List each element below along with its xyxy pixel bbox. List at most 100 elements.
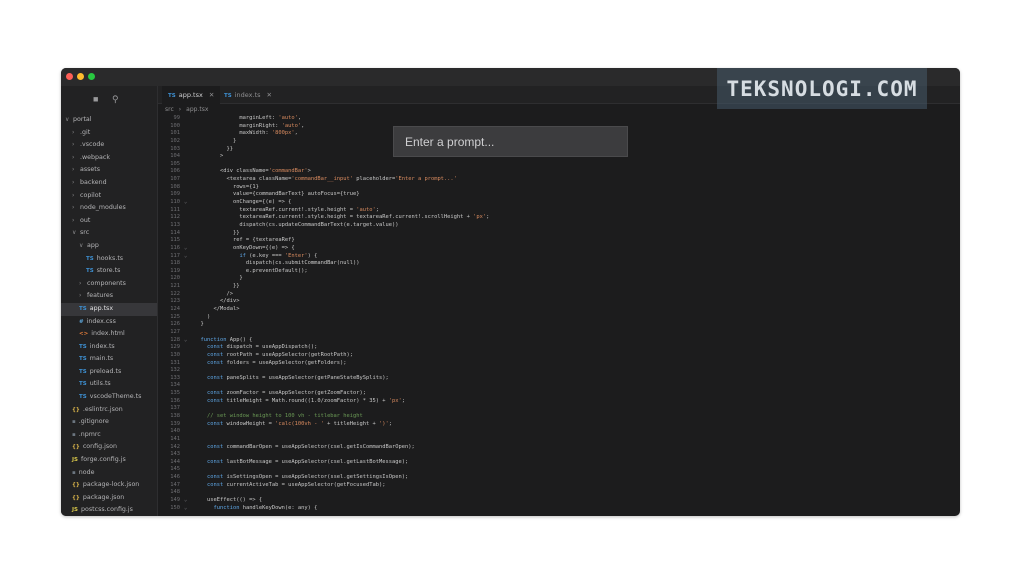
code-text: e.preventDefault(); [194, 267, 308, 274]
json-file-icon: {} [72, 406, 80, 413]
sidebar-item[interactable]: TS app.tsx [61, 302, 157, 316]
sidebar-item[interactable]: › components [61, 278, 157, 291]
close-tab-icon[interactable]: ✕ [209, 91, 214, 99]
fold-chevron-icon[interactable]: ⌄ [184, 337, 187, 345]
code-text: const paneSplits = useAppSelector(getPan… [206, 374, 389, 381]
sidebar-item[interactable]: › backend [61, 177, 157, 190]
code-line: 128 ⌄ function App() { [158, 337, 960, 345]
sidebar-item[interactable]: › assets [61, 164, 157, 177]
chevron-right-icon[interactable]: › [72, 177, 80, 190]
sidebar-item[interactable]: TS store.ts [61, 265, 157, 278]
sidebar-item[interactable]: JS postcss.config.js [61, 504, 157, 516]
chevron-right-icon[interactable]: › [72, 139, 80, 152]
code-text: const windowHeight = 'calc(100vh - ' + t… [206, 420, 393, 427]
sidebar-item[interactable]: TS hooks.ts [61, 253, 157, 266]
sidebar-item[interactable]: ▪ .gitignore [61, 416, 157, 429]
sidebar-item[interactable]: TS index.ts [61, 341, 157, 354]
breadcrumb-file[interactable]: app.tsx [186, 106, 208, 113]
chevron-right-icon[interactable]: › [72, 127, 80, 140]
sidebar-item-label: postcss.config.js [81, 506, 133, 514]
chevron-down-icon[interactable]: ∨ [72, 227, 80, 240]
line-number: 132 [170, 367, 180, 374]
code-line: 139 const windowHeight = 'calc(100vh - '… [158, 421, 960, 429]
sidebar-item[interactable]: TS main.ts [61, 353, 157, 366]
chevron-right-icon[interactable]: › [72, 152, 80, 165]
line-number: 107 [170, 176, 180, 183]
line-number: 144 [170, 458, 180, 465]
minimize-window-button[interactable] [77, 73, 84, 80]
sidebar-item[interactable]: › node_modules [61, 202, 157, 215]
tab-label: app.tsx [178, 91, 203, 99]
sidebar-item[interactable]: › .git [61, 127, 157, 140]
sidebar-item[interactable]: › features [61, 290, 157, 303]
fold-chevron-icon[interactable]: ⌄ [184, 505, 187, 513]
maximize-window-button[interactable] [88, 73, 95, 80]
line-number: 135 [170, 390, 180, 397]
sidebar-item[interactable]: {} config.json [61, 441, 157, 454]
chevron-down-icon[interactable]: ∨ [79, 240, 87, 253]
sidebar-item[interactable]: › .vscode [61, 139, 157, 152]
breadcrumb-folder[interactable]: src [165, 106, 174, 113]
sidebar-item[interactable]: # index.css [61, 316, 157, 329]
fold-chevron-icon[interactable]: ⌄ [184, 245, 187, 253]
watermark-text: TEKSNOLOGI.COM [726, 76, 918, 101]
sidebar-item[interactable]: TS utils.ts [61, 378, 157, 391]
tab-app-tsx[interactable]: TS app.tsx ✕ [162, 86, 221, 104]
js-file-icon: JS [72, 457, 79, 464]
chevron-right-icon[interactable]: › [72, 164, 80, 177]
sidebar-item-label: preload.ts [89, 367, 122, 375]
sidebar-item[interactable]: JS forge.config.js [61, 454, 157, 467]
fold-chevron-icon[interactable]: ⌄ [184, 199, 187, 207]
sidebar-item-label: node [78, 468, 95, 476]
fold-chevron-icon[interactable]: ⌄ [184, 497, 187, 505]
tab-index-ts[interactable]: TS index.ts ✕ [218, 86, 278, 104]
code-text: const zoomFactor = useAppSelector(getZoo… [206, 390, 367, 397]
command-bar-input[interactable] [394, 127, 627, 156]
code-text: > [194, 153, 224, 160]
fold-chevron-icon[interactable]: ⌄ [184, 253, 187, 261]
chevron-right-icon[interactable]: › [72, 190, 80, 203]
command-bar [393, 126, 628, 157]
close-tab-icon[interactable]: ✕ [267, 91, 272, 99]
sidebar-item-label: src [80, 229, 90, 237]
sidebar-item[interactable]: {} .eslintrc.json [61, 404, 157, 417]
sidebar-item[interactable]: › copilot [61, 190, 157, 203]
code-line: 116 ⌄ onKeyDown={(e) => { [158, 245, 960, 253]
chevron-down-icon[interactable]: ∨ [65, 114, 73, 127]
code-text: // set window height to 100 vh - titleba… [194, 412, 363, 419]
close-window-button[interactable] [66, 73, 73, 80]
code-line: 115 ref = {textareaRef} [158, 237, 960, 245]
code-text: textareaRef.current!.style.height = text… [194, 214, 490, 221]
sidebar-item[interactable]: ∨ app [61, 240, 157, 253]
chevron-right-icon[interactable]: › [72, 215, 80, 228]
chevron-right-icon[interactable]: › [79, 278, 87, 291]
sidebar-item[interactable]: ∨ portal [61, 114, 157, 127]
chevron-right-icon[interactable]: › [72, 202, 80, 215]
sidebar-item[interactable]: ∨ src [61, 227, 157, 240]
sidebar-item[interactable]: <> index.html [61, 328, 157, 341]
sidebar-item[interactable]: › out [61, 215, 157, 228]
sidebar-item[interactable]: TS preload.ts [61, 366, 157, 379]
sidebar-item[interactable]: {} package-lock.json [61, 479, 157, 492]
breadcrumb: src › app.tsx [165, 105, 208, 115]
line-number: 134 [170, 382, 180, 389]
chevron-right-icon[interactable]: › [79, 290, 87, 303]
code-line: 137 [158, 405, 960, 413]
line-number: 100 [170, 122, 180, 129]
search-icon[interactable]: ⚲ [112, 95, 119, 104]
sidebar-item[interactable]: TS vscodeTheme.ts [61, 391, 157, 404]
sidebar-item-label: app [87, 241, 99, 249]
line-number: 113 [170, 221, 180, 228]
sidebar-item-label: config.json [82, 443, 117, 451]
watermark-logo: TEKSNOLOGI.COM [717, 68, 927, 109]
code-line: 110 ⌄ onChange={(e) => { [158, 199, 960, 207]
sidebar-item[interactable]: ▪ node [61, 467, 157, 480]
sidebar-item[interactable]: › .webpack [61, 152, 157, 165]
code-editor[interactable]: 99 marginLeft: 'auto', 100 marginRight: '… [158, 115, 960, 516]
sidebar-item-label: portal [73, 116, 92, 123]
sidebar-item[interactable]: ▪ .npmrc [61, 429, 157, 442]
sidebar-item-label: out [80, 216, 91, 224]
line-number: 130 [170, 351, 180, 358]
sidebar-item[interactable]: {} package.json [61, 492, 157, 505]
files-icon[interactable]: ■ [93, 95, 98, 104]
